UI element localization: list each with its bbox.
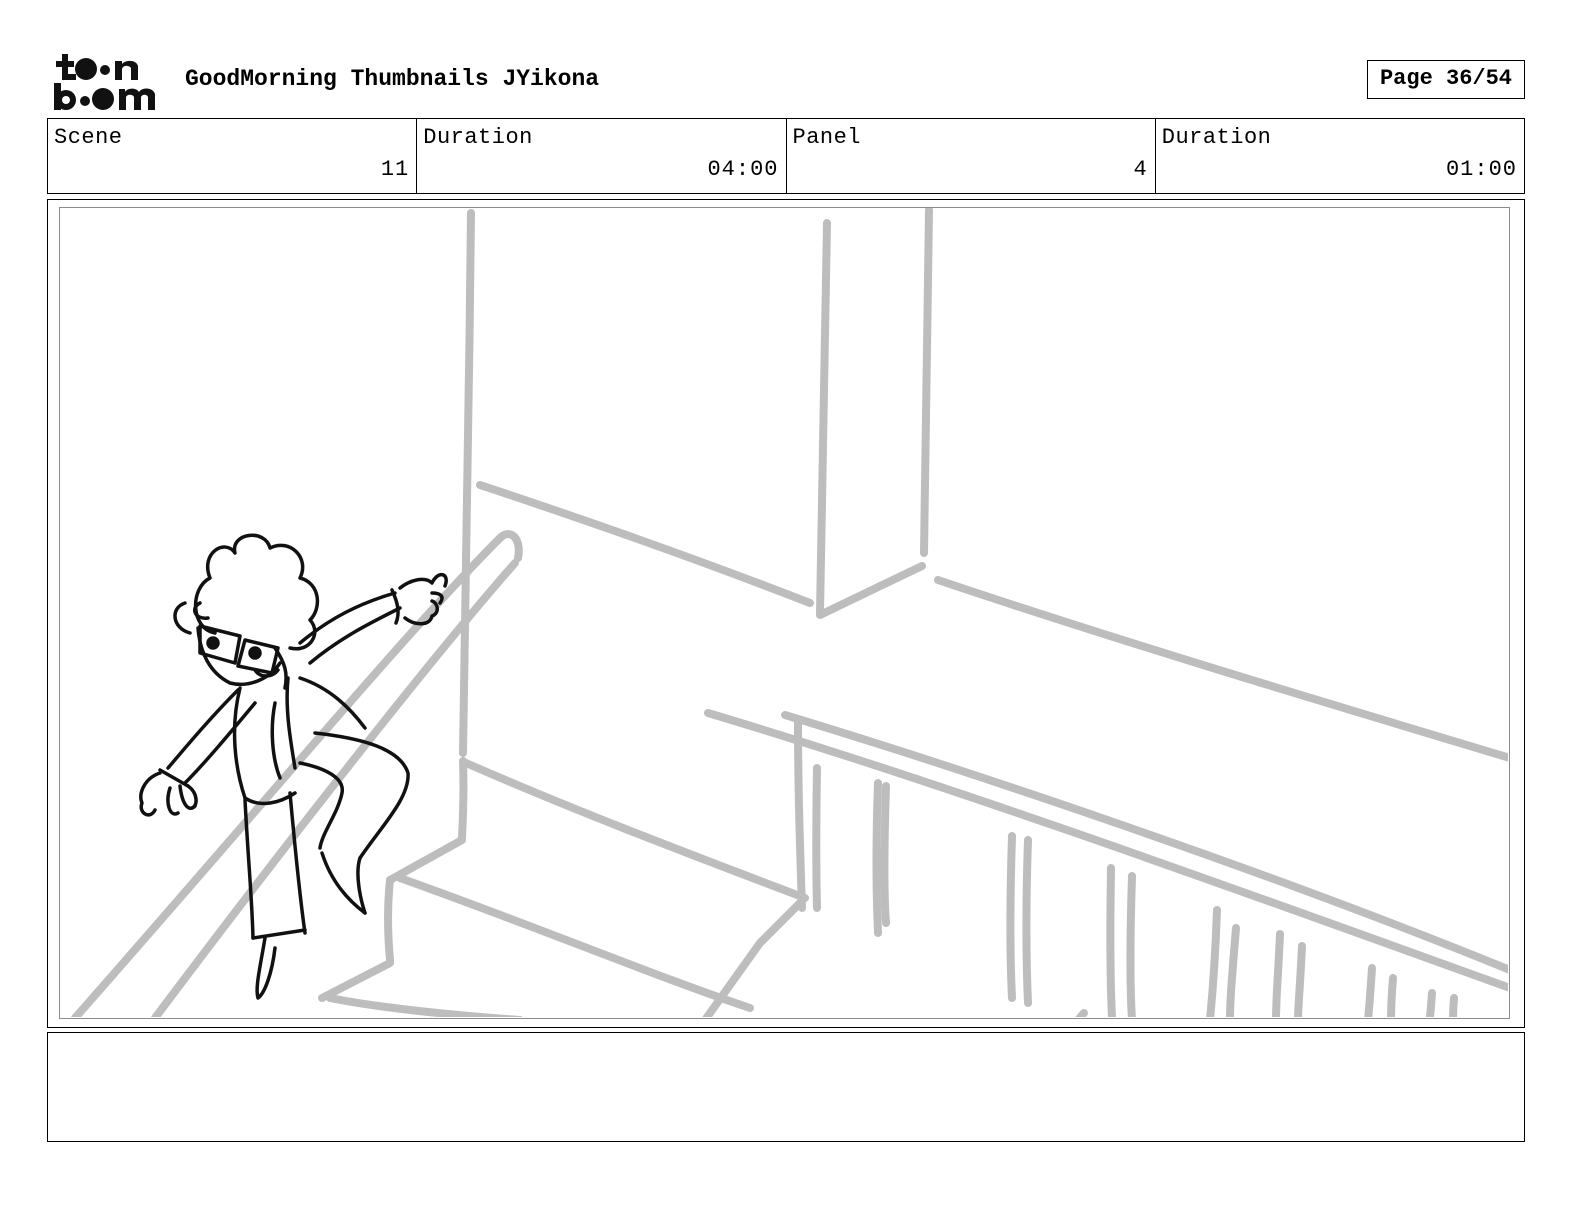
panel-value: 4	[1133, 157, 1148, 182]
panel-duration-cell: Duration 01:00	[1156, 119, 1524, 193]
character-sketch	[139, 533, 448, 1000]
scene-info-table: Scene 11 Duration 04:00 Panel 4 Duration…	[47, 118, 1525, 194]
page-indicator: Page 36/54	[1367, 60, 1525, 99]
toon-boom-logo	[52, 52, 164, 112]
storyboard-panel	[47, 199, 1525, 1028]
scene-label: Scene	[54, 125, 123, 150]
scene-duration-value: 04:00	[707, 157, 779, 182]
document-title: GoodMorning Thumbnails JYikona	[185, 66, 600, 92]
storyboard-sketch-icon	[71, 208, 1508, 1017]
panel-duration-value: 01:00	[1445, 157, 1517, 182]
scene-duration-label: Duration	[423, 125, 533, 150]
background-sketch	[71, 208, 1508, 1017]
panel-duration-label: Duration	[1161, 125, 1272, 150]
panel-label: Panel	[792, 125, 862, 150]
scene-cell: Scene 11	[48, 119, 418, 193]
panel-drawing-area	[59, 207, 1510, 1019]
panel-cell: Panel 4	[787, 119, 1156, 193]
scene-duration-cell: Duration 04:00	[417, 119, 787, 193]
panel-caption-box	[47, 1032, 1525, 1142]
toon-boom-logo-icon	[54, 54, 155, 110]
scene-value: 11	[380, 157, 410, 182]
